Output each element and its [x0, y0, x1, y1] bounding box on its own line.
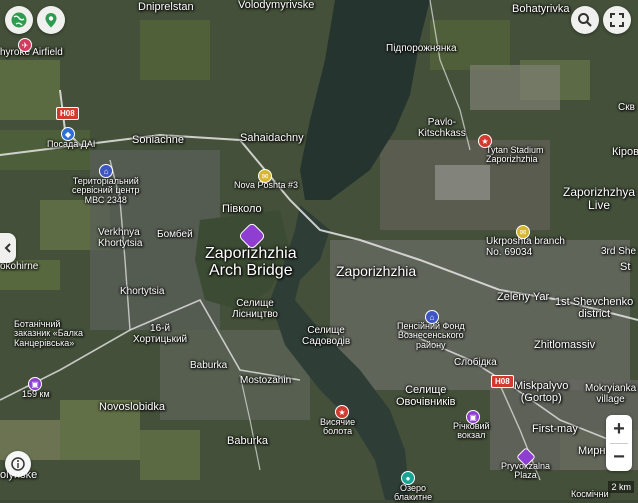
label-16-khortytskyi: 16-й Хортицький [133, 323, 188, 345]
label-selyshche-lisnytstvo: Селище Лісництво [232, 298, 278, 320]
label-pivkolo: Півколо [222, 203, 262, 215]
government-icon[interactable]: ⌂ [99, 164, 113, 178]
search-icon[interactable] [571, 6, 599, 34]
zoom-controls: + − [606, 415, 632, 471]
label-3rd-she: 3rd She [601, 246, 637, 257]
label-skv: Скв [618, 102, 635, 113]
label-volodymyrivske: Volodymyrivske [238, 0, 315, 11]
label-arch-bridge: Zaporizhzhia Arch Bridge [205, 245, 297, 279]
globe-icon[interactable] [5, 6, 33, 34]
zoom-out-button[interactable]: − [606, 444, 632, 471]
info-icon[interactable] [5, 451, 31, 477]
label-mokrianka: Mokryianka village [585, 383, 637, 405]
label-shevchenko: 1st Shevchenko district [555, 296, 634, 320]
label-baburka-1: Baburka [190, 360, 228, 371]
label-kosmichnyi: Космічни [571, 489, 609, 499]
label-zeleny-yar: Zeleny Yar [497, 291, 550, 303]
label-159km: 159 км [22, 389, 50, 399]
label-pidporozhnianka: Підпорожнянка [386, 43, 457, 54]
post-office-icon[interactable]: ✉ [516, 225, 530, 239]
train-station-icon[interactable]: ▣ [28, 377, 42, 391]
label-tytan-stadium: Tytan Stadium Zaporizhzhia [486, 145, 544, 165]
label-service-center: Територіальний сервісний центр МВС 2348 [72, 176, 140, 205]
label-novoslobidka: Novoslobidka [99, 401, 166, 413]
label-bohatyrivka: Bohatyrivka [512, 3, 570, 15]
label-richkovyi-vokzal: Річковий вокзал [453, 421, 490, 441]
zoom-in-button[interactable]: + [606, 415, 632, 443]
label-ozero: Озеро блакитне [394, 483, 433, 503]
airport-icon[interactable]: ✈ [18, 38, 32, 52]
label-airfield: hyroke Airfield [0, 47, 63, 58]
lake-icon[interactable]: ● [401, 471, 415, 485]
label-baburka-2: Baburka [227, 435, 268, 447]
label-kokhirne: okohirne [0, 261, 39, 272]
scale-bar: 2 km [608, 481, 634, 493]
train-station-icon[interactable]: ▣ [466, 410, 480, 424]
chevron-left-icon[interactable] [0, 233, 16, 263]
road-shield-h08: H08 [56, 107, 79, 120]
road-shield-h08: H08 [491, 375, 514, 388]
label-sahaidachny: Sahaidachny [240, 132, 304, 144]
label-first-may: First-may [532, 423, 578, 435]
label-miskpalyvo: Miskpalyvo (Gortop) [514, 380, 569, 404]
label-khortytsia: Khortytsia [120, 286, 165, 297]
label-pension-fund: Пенсійний Фонд Вознесенського району [397, 321, 465, 350]
label-selyshche-sadovodiv: Селище Садоводів [302, 325, 351, 347]
nature-icon[interactable]: ★ [335, 405, 349, 419]
post-office-icon[interactable]: ✉ [258, 169, 272, 183]
label-myrne: Мирн [578, 445, 606, 457]
government-icon[interactable]: ⌂ [425, 310, 439, 324]
label-pavlo-kitschkass: Pavlo- Kitschkass [418, 117, 466, 139]
label-st: St [620, 261, 631, 273]
label-mostozahin: Mostozahin [240, 375, 292, 386]
label-ukrposhta: Ukrposhta branch No. 69034 [486, 236, 565, 258]
label-vysiache-bolota: Висячие болота [320, 417, 356, 437]
label-selyshche-ovochivnykiv: Селище Овочівників [396, 384, 456, 408]
label-kirov: Кіров [612, 146, 638, 158]
label-zaporizhzhya-live: Zaporizhzhya Live [563, 185, 636, 212]
label-dniprelstan: Dniprelstan [138, 1, 194, 13]
label-verkhnya-khortytsia: Verkhnya Khortytsia [98, 227, 143, 249]
label-posada-dai: Посада ДАІ [47, 139, 96, 149]
location-icon[interactable] [37, 6, 65, 34]
stadium-icon[interactable]: ★ [478, 134, 492, 148]
label-zaporizhzhia: Zaporizhzhia [336, 263, 417, 279]
label-soniachne: Soniachne [132, 134, 184, 146]
label-botanical-reserve: Ботанічний заказник «Балка Канцерівська» [14, 319, 84, 348]
label-bombei: Бомбей [157, 229, 193, 240]
police-icon[interactable]: ◆ [61, 127, 75, 141]
expand-icon[interactable] [603, 6, 631, 34]
label-slobidka: Слобідка [454, 357, 497, 368]
label-zhitlomassiv: Zhitlomassiv [534, 339, 596, 351]
